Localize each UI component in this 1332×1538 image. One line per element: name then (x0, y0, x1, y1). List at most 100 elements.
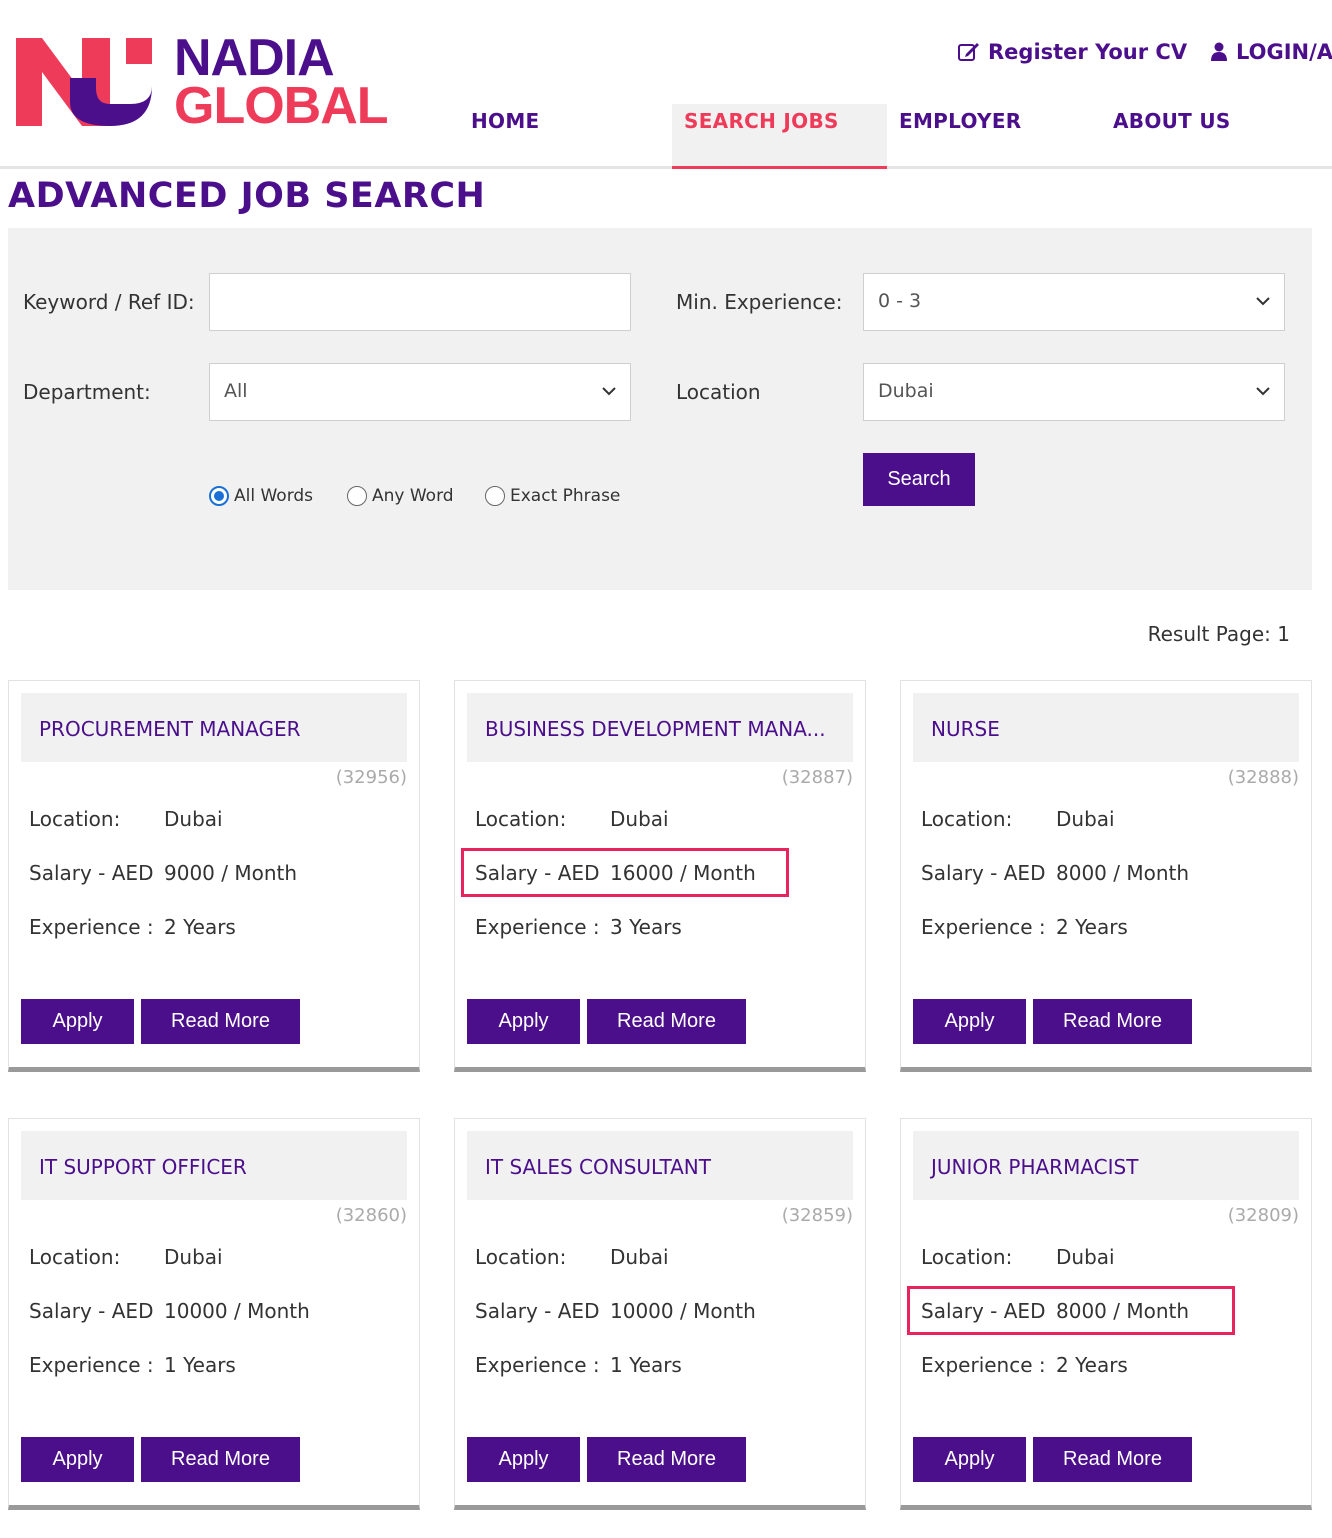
job-card-header: PROCUREMENT MANAGER (21, 693, 407, 762)
experience-row-value: 1 Years (164, 1353, 236, 1377)
radio-exact-phrase[interactable]: Exact Phrase (485, 486, 620, 506)
location-row-label: Location: (921, 807, 1013, 831)
location-row-value: Dubai (1056, 807, 1115, 831)
job-title-link[interactable]: BUSINESS DEVELOPMENT MANA... (485, 717, 826, 741)
experience-row-value: 3 Years (610, 915, 682, 939)
salary-highlight-box (461, 848, 789, 897)
nav-search-jobs[interactable]: SEARCH JOBS (672, 104, 887, 169)
apply-button[interactable]: Apply (467, 999, 580, 1044)
job-title-link[interactable]: PROCUREMENT MANAGER (39, 717, 301, 741)
edit-icon (958, 43, 979, 61)
user-icon (1211, 42, 1227, 61)
salary-row-value: 9000 / Month (164, 861, 298, 885)
read-more-button[interactable]: Read More (587, 999, 746, 1044)
experience-row-value: 2 Years (1056, 1353, 1128, 1377)
job-card-header: IT SUPPORT OFFICER (21, 1131, 407, 1200)
job-card: IT SUPPORT OFFICER (32860) Location: Dubai S… (8, 1118, 420, 1510)
salary-row-label: Salary - AED (921, 861, 1046, 885)
logo-line2: GLOBAL (174, 77, 389, 135)
location-row-label: Location: (29, 807, 121, 831)
nav-home[interactable]: HOME (458, 104, 658, 166)
job-ref-id: (32888) (1227, 767, 1299, 788)
salary-row-label: Salary - AED (475, 1299, 600, 1323)
experience-row-label: Experience : (475, 915, 600, 939)
apply-button[interactable]: Apply (913, 1437, 1026, 1482)
min-experience-value: 0 - 3 (878, 290, 922, 312)
job-card-header: BUSINESS DEVELOPMENT MANA... (467, 693, 853, 762)
radio-all-words-dot[interactable] (209, 486, 229, 506)
location-row-value: Dubai (610, 1245, 669, 1269)
nav-employer[interactable]: EMPLOYER (887, 104, 1087, 166)
salary-row-value: 10000 / Month (610, 1299, 756, 1323)
login-label: LOGIN/Ap (1236, 40, 1332, 64)
read-more-button[interactable]: Read More (141, 999, 300, 1044)
salary-row-value: 10000 / Month (164, 1299, 310, 1323)
experience-row-label: Experience : (29, 1353, 154, 1377)
location-row-label: Location: (475, 807, 567, 831)
register-cv-label: Register Your CV (988, 40, 1188, 64)
department-select[interactable]: All (209, 363, 631, 421)
apply-button[interactable]: Apply (913, 999, 1026, 1044)
read-more-button[interactable]: Read More (1033, 1437, 1192, 1482)
radio-all-words[interactable]: All Words (209, 486, 313, 506)
location-row-value: Dubai (610, 807, 669, 831)
nav-employer-label: EMPLOYER (899, 109, 1022, 133)
job-card: PROCUREMENT MANAGER (32956) Location: Dubai… (8, 680, 420, 1072)
job-card: BUSINESS DEVELOPMENT MANA... (32887) Locat… (454, 680, 866, 1072)
experience-row-value: 2 Years (1056, 915, 1128, 939)
job-card-header: IT SALES CONSULTANT (467, 1131, 853, 1200)
experience-row-label: Experience : (921, 915, 1046, 939)
location-row-value: Dubai (1056, 1245, 1115, 1269)
read-more-button[interactable]: Read More (1033, 999, 1192, 1044)
radio-exact-phrase-label: Exact Phrase (510, 486, 621, 506)
site-header: NADIA GLOBAL Register Your CV LOGIN/Ap H… (0, 0, 1332, 169)
job-card: IT SALES CONSULTANT (32859) Location: Dubai… (454, 1118, 866, 1510)
department-label: Department: (23, 380, 151, 404)
search-button[interactable]: Search (863, 453, 975, 506)
job-title-link[interactable]: IT SUPPORT OFFICER (39, 1155, 247, 1179)
salary-row-label: Salary - AED (29, 861, 154, 885)
read-more-button[interactable]: Read More (141, 1437, 300, 1482)
location-row-label: Location: (29, 1245, 121, 1269)
radio-exact-phrase-dot[interactable] (485, 486, 505, 506)
result-page: Result Page: 1 (1147, 622, 1290, 646)
job-ref-id: (32859) (781, 1205, 853, 1226)
keyword-label: Keyword / Ref ID: (23, 290, 195, 314)
salary-row-value: 8000 / Month (1056, 861, 1190, 885)
chevron-down-icon (1256, 297, 1270, 306)
job-title-link[interactable]: IT SALES CONSULTANT (485, 1155, 711, 1179)
department-value: All (224, 380, 248, 402)
apply-button[interactable]: Apply (467, 1437, 580, 1482)
salary-highlight-box (907, 1286, 1235, 1335)
experience-row-label: Experience : (921, 1353, 1046, 1377)
radio-any-word-dot[interactable] (347, 486, 367, 506)
job-ref-id: (32956) (335, 767, 407, 788)
read-more-button[interactable]: Read More (587, 1437, 746, 1482)
location-row-value: Dubai (164, 1245, 223, 1269)
apply-button[interactable]: Apply (21, 1437, 134, 1482)
location-row-value: Dubai (164, 807, 223, 831)
keyword-input[interactable] (209, 273, 631, 331)
register-cv-link[interactable]: Register Your CV (958, 40, 1187, 64)
chevron-down-icon (1256, 387, 1270, 396)
nadia-global-logo[interactable]: NADIA GLOBAL (14, 30, 414, 135)
nav-about-us[interactable]: ABOUT US (1100, 104, 1300, 166)
experience-row-label: Experience : (475, 1353, 600, 1377)
experience-row-label: Experience : (29, 915, 154, 939)
job-title-link[interactable]: JUNIOR PHARMACIST (931, 1155, 1138, 1179)
apply-button[interactable]: Apply (21, 999, 134, 1044)
nav-search-jobs-label: SEARCH JOBS (684, 109, 839, 133)
chevron-down-icon (602, 387, 616, 396)
radio-any-word[interactable]: Any Word (347, 486, 454, 506)
location-select[interactable]: Dubai (863, 363, 1285, 421)
experience-row-value: 2 Years (164, 915, 236, 939)
job-title-link[interactable]: NURSE (931, 717, 1000, 741)
job-card: JUNIOR PHARMACIST (32809) Location: Dubai Sa… (900, 1118, 1312, 1510)
job-card-header: JUNIOR PHARMACIST (913, 1131, 1299, 1200)
min-experience-select[interactable]: 0 - 3 (863, 273, 1285, 331)
location-label: Location (676, 380, 761, 404)
job-ref-id: (32809) (1227, 1205, 1299, 1226)
salary-row-label: Salary - AED (29, 1299, 154, 1323)
page-title: ADVANCED JOB SEARCH (8, 176, 486, 216)
login-link[interactable]: LOGIN/Ap (1210, 40, 1332, 64)
